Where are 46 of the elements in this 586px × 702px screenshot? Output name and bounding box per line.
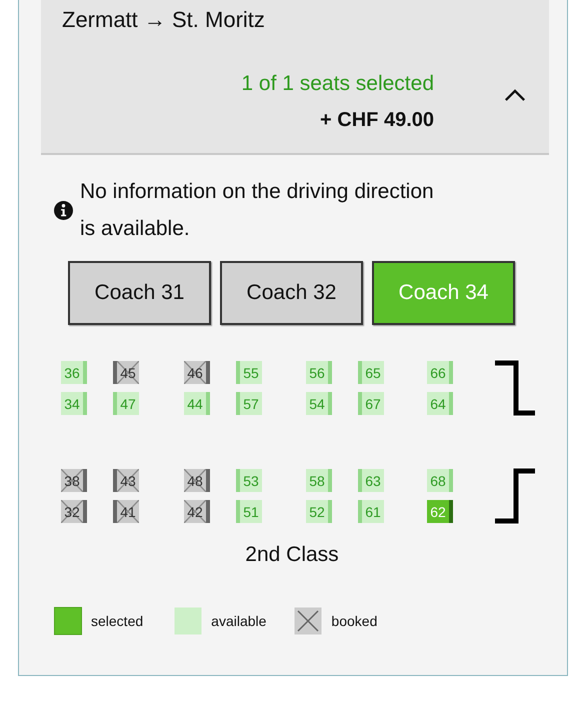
info-icon bbox=[54, 200, 73, 220]
seat[interactable]: 53 bbox=[236, 469, 262, 492]
seat[interactable]: 43 bbox=[113, 469, 139, 492]
seat[interactable]: 41 bbox=[113, 500, 139, 523]
seat[interactable]: 45 bbox=[113, 361, 139, 384]
seat[interactable]: 58 bbox=[306, 469, 332, 492]
legend-swatch bbox=[294, 607, 322, 635]
seat[interactable]: 51 bbox=[236, 500, 262, 523]
legend-swatch bbox=[54, 607, 82, 635]
coach-tab[interactable]: Coach 32 bbox=[220, 261, 363, 325]
door-icon bbox=[495, 360, 535, 416]
seat[interactable]: 36 bbox=[61, 361, 87, 384]
seat[interactable]: 48 bbox=[184, 469, 210, 492]
seat[interactable]: 47 bbox=[113, 392, 139, 415]
seat[interactable]: 68 bbox=[427, 469, 453, 492]
seat[interactable]: 62 bbox=[427, 500, 453, 523]
coach-tab[interactable]: Coach 31 bbox=[68, 261, 211, 325]
seat[interactable]: 66 bbox=[427, 361, 453, 384]
door-icon bbox=[495, 468, 535, 524]
seat[interactable]: 32 bbox=[61, 500, 87, 523]
seat[interactable]: 52 bbox=[306, 500, 332, 523]
seat[interactable]: 56 bbox=[306, 361, 332, 384]
seat[interactable]: 38 bbox=[61, 469, 87, 492]
seat[interactable]: 54 bbox=[306, 392, 332, 415]
legend-label: available bbox=[211, 613, 266, 629]
seat[interactable]: 64 bbox=[427, 392, 453, 415]
legend-label: booked bbox=[331, 613, 378, 629]
seat[interactable]: 63 bbox=[358, 469, 384, 492]
seat[interactable]: 34 bbox=[61, 392, 87, 415]
info-message: No information on the driving direction is available. bbox=[80, 179, 435, 242]
collapse-icon[interactable] bbox=[504, 88, 526, 102]
price: + CHF 49.00 bbox=[319, 108, 434, 133]
class-label: 2nd Class bbox=[244, 543, 340, 567]
legend-swatch bbox=[174, 607, 202, 635]
seat[interactable]: 57 bbox=[236, 392, 262, 415]
selection-status: 1 of 1 seats selected bbox=[240, 71, 434, 97]
seat[interactable]: 61 bbox=[358, 500, 384, 523]
route-title: Zermatt → St. Moritz bbox=[62, 6, 266, 34]
seat[interactable]: 46 bbox=[184, 361, 210, 384]
seat[interactable]: 67 bbox=[358, 392, 384, 415]
coach-tab[interactable]: Coach 34 bbox=[372, 261, 515, 325]
seat[interactable]: 55 bbox=[236, 361, 262, 384]
seat[interactable]: 65 bbox=[358, 361, 384, 384]
legend-label: selected bbox=[91, 613, 144, 629]
seat[interactable]: 42 bbox=[184, 500, 210, 523]
seat[interactable]: 44 bbox=[184, 392, 210, 415]
